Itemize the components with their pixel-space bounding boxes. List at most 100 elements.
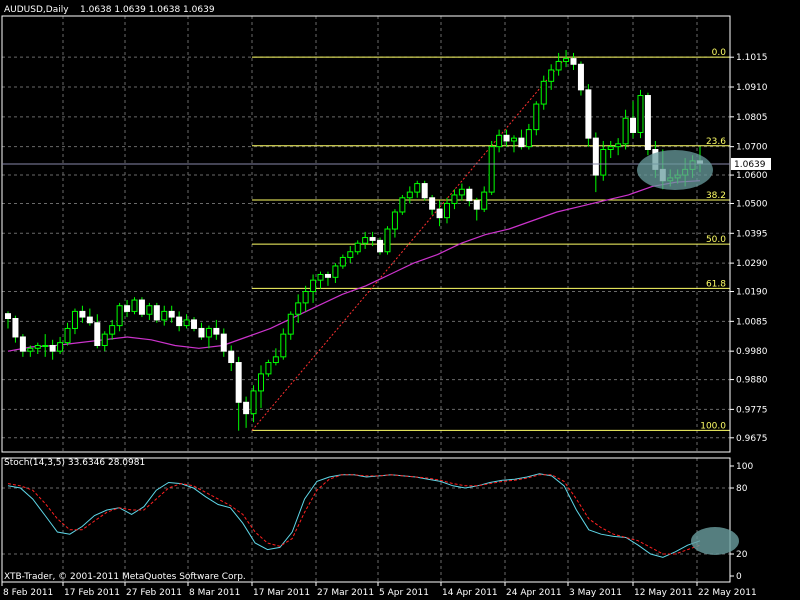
footer-copyright: XTB-Trader, © 2001-2011 MetaQuotes Softw…: [4, 572, 246, 582]
candle-bull: [607, 146, 614, 150]
candle-bull: [533, 103, 540, 131]
candle-bull: [272, 356, 279, 364]
candle-bull: [265, 362, 272, 375]
y-tick-label: 0.9880: [736, 376, 768, 386]
candle-bull: [183, 319, 190, 327]
candle-bull: [64, 327, 71, 344]
candle-bull: [27, 347, 34, 352]
candle-bull: [146, 305, 153, 315]
y-tick-label: 1.1015: [736, 53, 768, 63]
overlay: 1.0639: [2, 150, 771, 555]
x-tick-label: 3 May 2011: [569, 588, 622, 598]
y-tick-label: 1.0700: [736, 143, 768, 153]
stoch-level-label: 80: [736, 484, 748, 494]
stoch-signal-line: [7, 474, 701, 555]
candle-bull: [339, 256, 346, 267]
candle-bull: [287, 313, 294, 335]
candle-bull: [615, 143, 622, 148]
candle-bull: [548, 69, 555, 82]
candle-bull: [257, 373, 264, 392]
candle-bear: [124, 305, 131, 312]
candle-bull: [563, 58, 570, 62]
candle-bull: [481, 191, 488, 210]
x-tick-label: 17 Feb 2011: [64, 588, 120, 598]
y-tick-label: 1.0085: [736, 317, 768, 327]
candle-bear: [191, 319, 198, 329]
candle-bear: [168, 310, 175, 318]
stochastic-panel: [2, 473, 730, 558]
candle-bull: [295, 302, 302, 315]
x-tick-label: 14 Apr 2011: [442, 588, 498, 598]
candle-bear: [436, 208, 443, 219]
audusd-chart[interactable]: 0.0 23.6 38.2 50.0 61.8 100.0 1.1015 1.0910 1.0…: [0, 0, 800, 600]
x-tick-label: 24 Apr 2011: [506, 588, 562, 598]
candle-bull: [488, 146, 495, 193]
y-tick-label: 1.0500: [736, 199, 768, 209]
candle-bull: [205, 327, 212, 338]
fib-label: 61.8: [706, 279, 726, 289]
candle-bear: [518, 137, 525, 148]
y-tick-label: 0.9980: [736, 347, 768, 357]
candle-bull: [406, 191, 413, 199]
candles: [5, 50, 703, 431]
x-tick-label: 12 May 2011: [634, 588, 693, 598]
stoch-level-label: 20: [736, 550, 748, 560]
candle-bull: [280, 333, 287, 358]
last-price-label: 1.0639: [734, 160, 766, 170]
candle-bear: [5, 313, 11, 320]
candle-bear: [577, 63, 584, 91]
candle-bull: [399, 197, 406, 213]
fib-label: 50.0: [706, 235, 726, 245]
candle-bull: [250, 390, 257, 415]
candle-bear: [79, 310, 86, 318]
candle-bull: [302, 291, 309, 304]
candle-bull: [414, 183, 421, 193]
candle-bear: [585, 89, 592, 139]
candle-bear: [198, 327, 205, 338]
candle-bear: [12, 318, 19, 338]
y-tick-label: 1.0190: [736, 288, 768, 298]
candle-bull: [71, 310, 78, 329]
fib-label: 0.0: [712, 48, 727, 58]
candle-bear: [213, 327, 220, 335]
x-tick-label: 22 May 2011: [698, 588, 757, 598]
candle-bull: [42, 344, 49, 347]
candle-bull: [161, 310, 168, 321]
candle-bull: [116, 305, 123, 327]
candle-bull: [317, 273, 324, 281]
candle-bear: [466, 188, 473, 202]
candle-bull: [555, 60, 562, 71]
x-tick-label: 8 Mar 2011: [189, 588, 240, 598]
candle-bull: [444, 202, 451, 219]
candle-bear: [49, 344, 56, 352]
candle-bull: [57, 342, 64, 352]
x-tick-label: 5 Apr 2011: [379, 588, 429, 598]
candle-bull: [451, 194, 458, 204]
chart-title: AUDUSD,Daily: [4, 5, 69, 15]
x-tick-label: 8 Feb 2011: [3, 588, 53, 598]
candle-bear: [570, 58, 577, 65]
stoch-level-label: 0: [736, 572, 742, 582]
candle-bull: [496, 134, 503, 148]
fib-label: 23.6: [706, 137, 726, 147]
ohlc-readout: 1.0638 1.0639 1.0638 1.0639: [80, 5, 215, 15]
candle-bear: [243, 401, 250, 415]
candle-bull: [332, 265, 339, 278]
candle-bull: [101, 333, 108, 346]
highlight-ellipse-price: [637, 150, 713, 190]
candle-bear: [324, 273, 331, 278]
candle-bear: [228, 350, 235, 364]
candle-bull: [391, 211, 398, 230]
y-tick-label: 0.9775: [736, 405, 768, 415]
candle-bear: [176, 316, 183, 327]
highlight-ellipse-stoch: [691, 527, 739, 555]
fib-label: 100.0: [700, 421, 726, 431]
candle-bull: [354, 242, 361, 253]
candle-bull: [525, 129, 532, 148]
candle-bear: [19, 336, 26, 352]
stoch-main-line: [7, 473, 701, 558]
candle-bear: [235, 362, 242, 403]
candle-bull: [637, 95, 644, 133]
x-tick-label: 27 Feb 2011: [126, 588, 182, 598]
candle-bear: [369, 237, 376, 241]
